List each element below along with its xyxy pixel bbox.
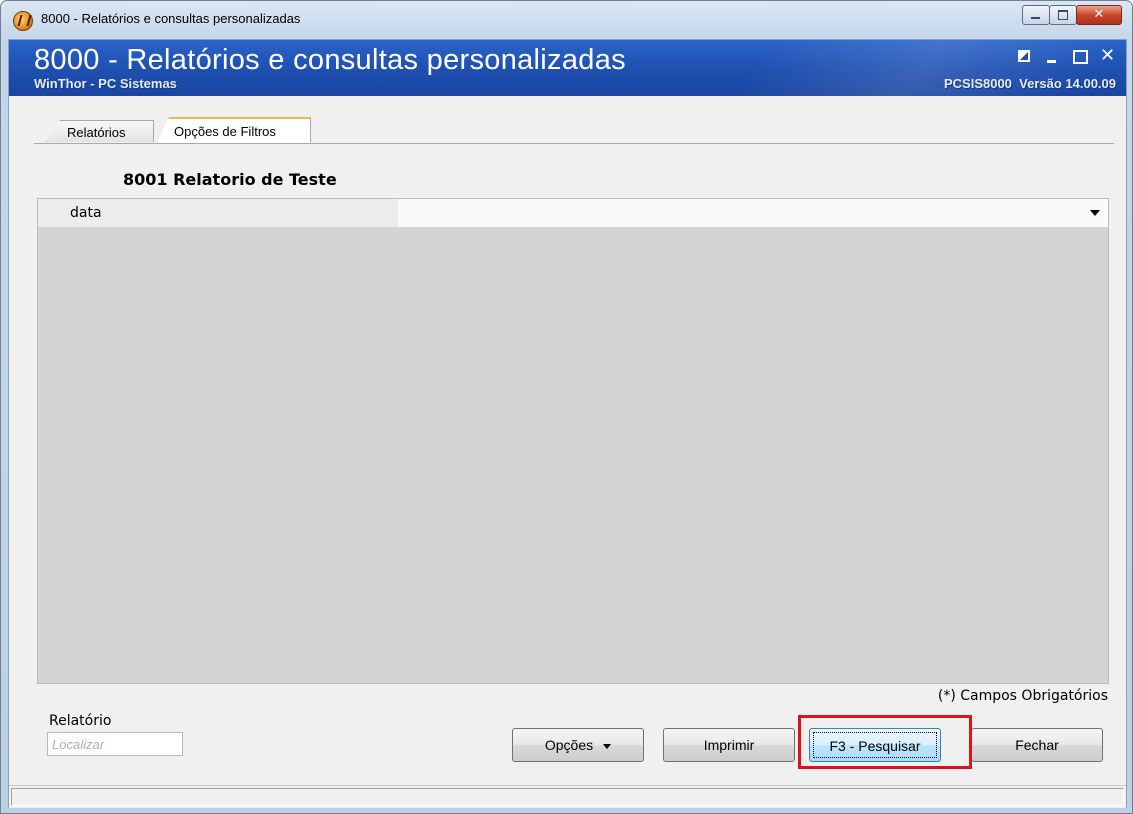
opcoes-button[interactable]: Opções bbox=[512, 728, 644, 762]
opcoes-button-label: Opções bbox=[544, 737, 594, 753]
restore-icon[interactable] bbox=[1016, 48, 1032, 64]
dropdown-arrow-icon[interactable] bbox=[1090, 210, 1100, 216]
filter-row: data bbox=[38, 199, 1108, 227]
report-search-input[interactable] bbox=[47, 732, 183, 756]
imprimir-button[interactable]: Imprimir bbox=[663, 728, 795, 762]
banner-controls bbox=[1016, 45, 1116, 66]
maximize-icon[interactable] bbox=[1072, 48, 1088, 64]
banner-version: PCSIS8000 Versão 14.00.09 bbox=[943, 76, 1116, 91]
tab-relatorios[interactable]: Relatórios bbox=[46, 120, 154, 142]
banner-subtitle: WinThor - PC Sistemas bbox=[34, 76, 177, 91]
window-controls bbox=[1022, 5, 1122, 25]
status-panel bbox=[11, 788, 1124, 806]
application-window: 8000 - Relatórios e consultas personaliz… bbox=[0, 0, 1133, 814]
window-title: 8000 - Relatórios e consultas personaliz… bbox=[41, 11, 301, 26]
report-title: 8001 Relatorio de Teste bbox=[123, 170, 337, 189]
maximize-icon[interactable] bbox=[1049, 5, 1077, 25]
required-fields-note: (*) Campos Obrigatórios bbox=[937, 688, 1108, 704]
minimize-icon[interactable] bbox=[1044, 48, 1060, 64]
title-bar[interactable]: 8000 - Relatórios e consultas personaliz… bbox=[1, 1, 1132, 39]
filter-label: data bbox=[38, 199, 398, 227]
close-icon[interactable] bbox=[1076, 5, 1122, 25]
minimize-icon[interactable] bbox=[1022, 5, 1050, 25]
pesquisar-button[interactable]: F3 - Pesquisar bbox=[809, 728, 941, 762]
winthor-banner: 8000 - Relatórios e consultas personaliz… bbox=[9, 40, 1126, 96]
status-bar bbox=[9, 785, 1126, 808]
winthor-app-icon bbox=[13, 11, 33, 31]
tab-strip: Relatórios Opções de Filtros bbox=[34, 117, 1114, 144]
banner-title: 8000 - Relatórios e consultas personaliz… bbox=[34, 44, 626, 76]
filter-value-field[interactable] bbox=[398, 199, 1108, 227]
tab-opcoes-de-filtros[interactable]: Opções de Filtros bbox=[157, 117, 311, 143]
fechar-button[interactable]: Fechar bbox=[971, 728, 1103, 762]
dropdown-caret-icon bbox=[603, 743, 612, 749]
client-area: 8000 - Relatórios e consultas personaliz… bbox=[8, 39, 1127, 808]
report-search-label: Relatório bbox=[49, 713, 112, 729]
filter-grid: data bbox=[37, 198, 1109, 684]
pesquisar-button-label: F3 - Pesquisar bbox=[813, 732, 937, 758]
close-icon[interactable] bbox=[1100, 45, 1116, 66]
